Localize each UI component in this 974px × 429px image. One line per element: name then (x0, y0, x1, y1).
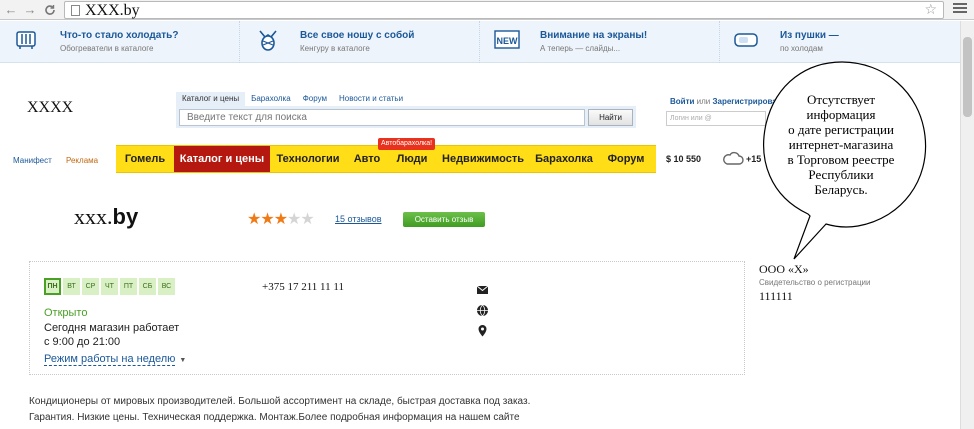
day-sat[interactable]: СБ (139, 278, 156, 295)
day-wed[interactable]: СР (82, 278, 99, 295)
ads-link[interactable]: Реклама (66, 156, 98, 165)
shop-info-box: ПН ВТ СР ЧТ ПТ СБ ВС Открыто Сегодня маг… (29, 261, 745, 375)
baby-carrier-icon (259, 30, 277, 51)
promo-title: Что-то стало холодать? (60, 30, 179, 41)
promo-subtitle: по холодам (780, 44, 823, 53)
star-filled-icon: ★ (247, 211, 261, 228)
new-screen-label: NEW (497, 36, 519, 46)
promo-subtitle: Кенгуру в каталоге (300, 44, 370, 53)
nav-item-realty[interactable]: Недвижимость (438, 146, 528, 172)
nav-item-catalog[interactable]: Каталог и цены (174, 146, 270, 172)
callout-line: Беларусь. (814, 182, 868, 197)
scrollbar-thumb[interactable] (963, 37, 972, 117)
callout-text: Отсутствует информация о дате регистраци… (766, 92, 916, 197)
nav-item-auto[interactable]: Авто (352, 146, 382, 172)
callout-line: в Торговом реестре (787, 152, 895, 167)
star-empty-icon: ★ (287, 211, 301, 228)
page-scrollbar[interactable] (960, 21, 974, 429)
day-tue[interactable]: ВТ (63, 278, 80, 295)
shop-name-part1: xxx. (74, 204, 113, 229)
shop-name: xxx.by (74, 204, 138, 230)
new-screen-icon: NEW (494, 30, 520, 49)
location-pin-icon[interactable] (476, 324, 489, 337)
search-box: Найти (176, 106, 636, 128)
address-bar[interactable]: XXX.by ☆ (64, 1, 944, 19)
search-button[interactable]: Найти (588, 109, 633, 126)
hours-line2: с 9:00 до 21:00 (44, 336, 121, 348)
callout-line: Республики (808, 167, 874, 182)
promo-item[interactable]: NEW Внимание на экраны! А теперь — слайд… (480, 21, 720, 63)
bookmark-star-icon[interactable]: ☆ (924, 1, 937, 18)
weekly-schedule-link[interactable]: Режим работы на неделю ▼ (44, 353, 187, 366)
back-button[interactable]: ← (3, 2, 19, 18)
nav-item-flea-market[interactable]: Барахолка (532, 146, 596, 172)
search-tabs: Каталог и цены Барахолка Форум Новости и… (176, 92, 409, 106)
url-text: XXX.by (85, 2, 140, 19)
star-filled-icon: ★ (273, 211, 288, 228)
company-name: ООО «Х» (759, 262, 809, 276)
browser-toolbar: ← → XXX.by ☆ (0, 0, 974, 20)
nav-badge[interactable]: Автобарахолка! (378, 138, 436, 150)
registration-number: 111111 (759, 289, 793, 303)
rating-stars: ★★★★★ (247, 209, 315, 229)
site-logo[interactable]: XXXX (27, 99, 73, 117)
reload-icon (45, 5, 55, 15)
open-status: Открыто (44, 307, 88, 319)
search-input[interactable] (179, 109, 585, 126)
forward-button[interactable]: → (22, 2, 38, 18)
leave-review-button[interactable]: Оставить отзыв (403, 212, 485, 227)
search-tab-news[interactable]: Новости и статьи (333, 92, 409, 106)
day-fri[interactable]: ПТ (120, 278, 137, 295)
search-tab-flea-market[interactable]: Барахолка (245, 92, 297, 106)
shop-description-line1: Кондиционеры от мировых производителей. … (29, 396, 531, 407)
promo-strip: Что-то стало холодать? Обогреватели в ка… (0, 21, 960, 63)
mail-icon[interactable] (476, 283, 489, 296)
day-mon[interactable]: ПН (44, 278, 61, 295)
search-tab-forum[interactable]: Форум (297, 92, 333, 106)
promo-subtitle: А теперь — слайды... (540, 44, 621, 53)
promo-subtitle: Обогреватели в каталоге (60, 44, 154, 53)
weekly-schedule-label: Режим работы на неделю (44, 353, 176, 366)
promo-item[interactable]: Что-то стало холодать? Обогреватели в ка… (0, 21, 240, 63)
weather-temp[interactable]: +15 (746, 154, 761, 164)
chevron-down-icon: ▼ (179, 357, 187, 364)
promo-title: Внимание на экраны! (540, 30, 648, 41)
nav-item-gomel[interactable]: Гомель (116, 146, 174, 172)
shop-name-part2: by (112, 204, 139, 229)
reviews-link[interactable]: 15 отзывов (335, 214, 382, 224)
manifest-link[interactable]: Манифест (13, 156, 52, 165)
callout-line: информация (806, 107, 876, 122)
reload-button[interactable] (42, 2, 58, 18)
phone-number[interactable]: +375 17 211 11 11 (262, 281, 344, 293)
day-thu[interactable]: ЧТ (101, 278, 118, 295)
login-link[interactable]: Войти (670, 97, 694, 106)
callout-line: о дате регистрации (788, 122, 894, 137)
login-field[interactable]: Логин или @ (666, 111, 766, 126)
globe-icon[interactable] (476, 304, 489, 317)
page-icon (71, 5, 80, 16)
promo-item[interactable]: Все свое ношу с собой Кенгуру в каталоге (240, 21, 480, 63)
day-sun[interactable]: ВС (158, 278, 175, 295)
star-empty-icon: ★ (300, 211, 314, 228)
heater-icon (16, 31, 36, 49)
nav-item-forum[interactable]: Форум (606, 146, 646, 172)
shop-description-line2: Гарантия. Низкие цены. Техническая подде… (29, 412, 520, 423)
promo-title: Из пушки — (780, 30, 839, 41)
registration-label: Свидетельство о регистрации (759, 278, 871, 287)
week-days: ПН ВТ СР ЧТ ПТ СБ ВС (44, 278, 177, 295)
hours-line1: Сегодня магазин работает (44, 322, 180, 334)
callout-line: интернет-магазина (788, 137, 894, 152)
login-separator: или (694, 97, 713, 106)
currency-rate[interactable]: $ 10 550 (666, 154, 701, 164)
heat-gun-icon (734, 33, 758, 47)
callout-line: Отсутствует (806, 92, 876, 107)
search-tab-catalog[interactable]: Каталог и цены (176, 92, 246, 106)
nav-item-tech[interactable]: Технологии (274, 146, 342, 172)
promo-title: Все свое ношу с собой (300, 30, 415, 41)
cloud-icon (723, 151, 744, 165)
promo-item[interactable]: Из пушки — по холодам (720, 21, 960, 63)
browser-menu-icon[interactable] (953, 3, 967, 15)
star-filled-icon: ★ (260, 211, 274, 228)
